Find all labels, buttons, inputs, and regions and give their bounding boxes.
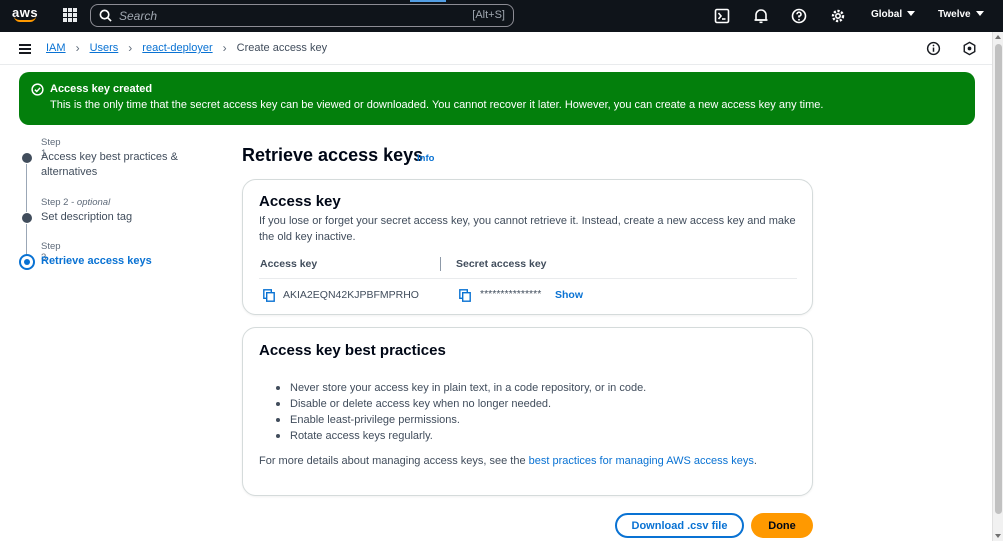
- aws-logo-text: aws: [12, 5, 39, 20]
- gear-icon[interactable]: [830, 8, 846, 24]
- services-grid-icon[interactable]: [63, 8, 77, 22]
- download-csv-button[interactable]: Download .csv file: [615, 513, 744, 538]
- access-key-container: Access key If you lose or forget your se…: [242, 179, 813, 315]
- secret-key-masked: ***************: [480, 288, 542, 300]
- region-selector[interactable]: Global: [871, 9, 916, 20]
- breadcrumb-user[interactable]: react-deployer: [142, 42, 212, 54]
- scroll-down-icon[interactable]: [995, 534, 1001, 538]
- breadcrumb-users[interactable]: Users: [90, 42, 119, 54]
- column-divider: [440, 257, 441, 271]
- access-key-description: If you lose or forget your secret access…: [259, 215, 796, 243]
- list-item: Never store your access key in plain tex…: [275, 380, 646, 396]
- step-dot-active: [19, 254, 35, 270]
- access-key-value: AKIA2EQN42KJPBFMPRHO: [283, 289, 419, 301]
- flash-title: Access key created: [50, 83, 153, 95]
- step-number: Step 2 - optional: [41, 197, 111, 208]
- step-number-text: Step 2: [41, 197, 69, 208]
- scrollbar[interactable]: [992, 32, 1003, 541]
- breadcrumb-current: Create access key: [236, 42, 328, 54]
- list-item: Rotate access keys regularly.: [275, 428, 646, 444]
- search-shortcut: [Alt+S]: [472, 9, 505, 21]
- breadcrumb-bar: IAM › Users › react-deployer › Create ac…: [0, 32, 992, 65]
- search-icon: [99, 9, 112, 22]
- aws-logo[interactable]: aws: [12, 5, 38, 22]
- chevron-right-icon: ›: [75, 41, 80, 55]
- chevron-right-icon: ›: [128, 41, 133, 55]
- check-circle-icon: [31, 83, 44, 96]
- copy-icon[interactable]: [263, 289, 275, 302]
- cloudshell-icon[interactable]: [714, 8, 730, 24]
- chevron-down-icon: [975, 11, 984, 16]
- show-secret-button[interactable]: Show: [555, 289, 583, 301]
- success-flashbar: Access key created This is the only time…: [19, 72, 975, 125]
- top-accent-bar: [410, 0, 446, 2]
- access-key-column-header: Access key: [260, 258, 318, 270]
- best-practices-list: Never store your access key in plain tex…: [275, 380, 646, 444]
- step-dot: [22, 213, 32, 223]
- list-item: Enable least-privilege permissions.: [275, 412, 646, 428]
- account-label: Twelve: [938, 9, 971, 20]
- chevron-down-icon: [907, 11, 916, 16]
- secret-key-column-header: Secret access key: [456, 258, 547, 270]
- bell-icon[interactable]: [753, 8, 769, 24]
- best-practices-container: Access key best practices Never store yo…: [242, 327, 813, 496]
- breadcrumb-iam[interactable]: IAM: [46, 42, 66, 54]
- region-label: Global: [871, 9, 903, 20]
- more-suffix: .: [753, 455, 757, 467]
- chevron-right-icon: ›: [222, 41, 227, 55]
- done-button[interactable]: Done: [751, 513, 813, 538]
- divider: [259, 278, 797, 279]
- best-practices-heading: Access key best practices: [259, 342, 446, 359]
- step-optional: optional: [76, 197, 111, 208]
- breadcrumb: IAM › Users › react-deployer › Create ac…: [46, 41, 327, 55]
- page-title: Retrieve access keys: [242, 145, 424, 165]
- info-link[interactable]: Info: [417, 153, 434, 164]
- menu-icon[interactable]: [19, 44, 31, 54]
- best-practices-link[interactable]: best practices for managing AWS access k…: [529, 455, 754, 467]
- account-menu[interactable]: Twelve: [938, 9, 984, 20]
- search-input[interactable]: Search [Alt+S]: [90, 4, 514, 27]
- copy-icon[interactable]: [459, 289, 471, 302]
- flash-message: This is the only time that the secret ac…: [50, 99, 824, 111]
- list-item: Disable or delete access key when no lon…: [275, 396, 646, 412]
- scroll-up-icon[interactable]: [995, 35, 1001, 39]
- info-icon[interactable]: [926, 41, 941, 56]
- step-title[interactable]: Set description tag: [41, 210, 201, 225]
- step-dot: [22, 153, 32, 163]
- more-details-text: For more details about managing access k…: [259, 455, 757, 467]
- top-navigation-bar: aws Search [Alt+S] Global Twelve: [0, 0, 1003, 32]
- more-prefix: For more details about managing access k…: [259, 455, 529, 467]
- access-key-heading: Access key: [259, 193, 341, 210]
- help-icon[interactable]: [791, 8, 807, 24]
- step-title[interactable]: Access key best practices & alternatives: [41, 150, 201, 180]
- settings-hexagon-icon[interactable]: [962, 41, 977, 56]
- search-placeholder: Search: [119, 9, 158, 23]
- step-title: Retrieve access keys: [41, 255, 152, 267]
- step-connector: [26, 164, 27, 212]
- scrollbar-thumb[interactable]: [995, 44, 1002, 514]
